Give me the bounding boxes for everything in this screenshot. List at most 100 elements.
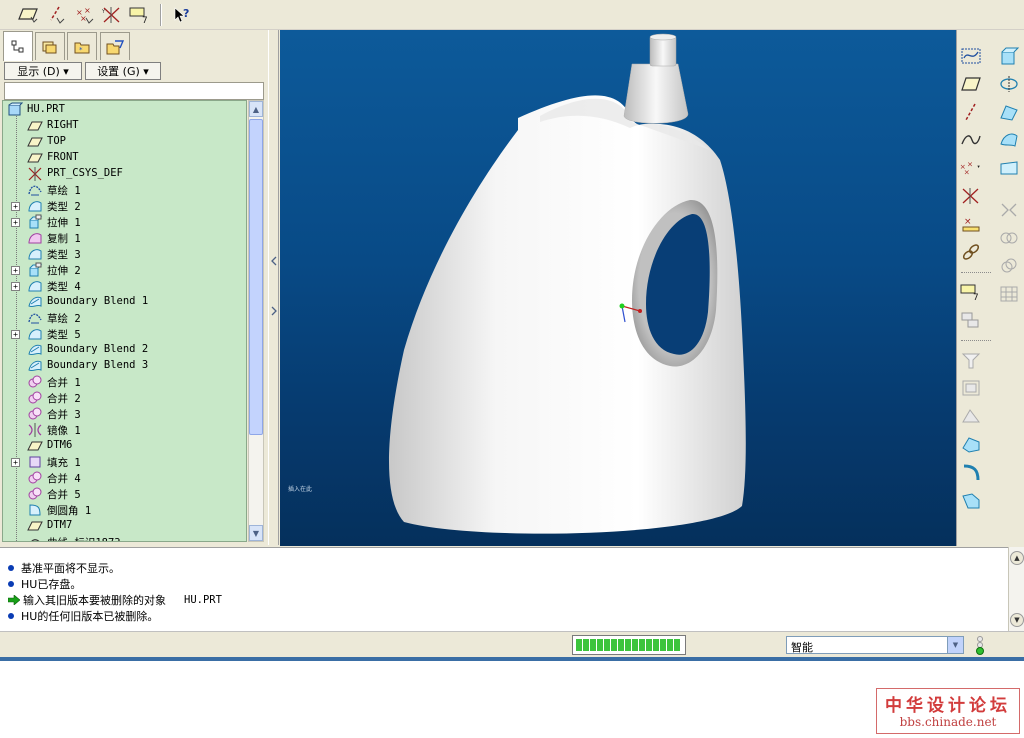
curve-tool-icon[interactable] bbox=[959, 128, 983, 152]
tree-item[interactable]: 复制 1 bbox=[3, 230, 246, 246]
tree-item[interactable]: 草绘 1 bbox=[3, 182, 246, 198]
panel-splitter[interactable] bbox=[268, 30, 279, 545]
datum-point-tool-icon[interactable]: × × × bbox=[72, 3, 96, 27]
annotation-tool-icon[interactable]: 7 bbox=[959, 280, 983, 304]
boundary-blend-tool-icon[interactable] bbox=[997, 156, 1021, 180]
tree-item[interactable]: Boundary Blend 3 bbox=[3, 358, 246, 374]
tree-root-item[interactable]: HU.PRT bbox=[3, 102, 246, 118]
csys-tool-icon[interactable] bbox=[959, 184, 983, 208]
tree-item[interactable]: DTM6 bbox=[3, 438, 246, 454]
tree-item[interactable]: Boundary Blend 2 bbox=[3, 342, 246, 358]
message-scrollbar[interactable]: ▲ ▼ bbox=[1008, 547, 1024, 631]
tree-item[interactable]: FRONT bbox=[3, 150, 246, 166]
tree-item[interactable]: DTM7 bbox=[3, 518, 246, 534]
tree-item[interactable]: RIGHT bbox=[3, 118, 246, 134]
scroll-up-icon[interactable]: ▲ bbox=[249, 101, 263, 117]
tab-folder-browser[interactable] bbox=[35, 32, 65, 60]
datum-plane-icon bbox=[27, 137, 43, 147]
tree-item[interactable]: PRT_CSYS_DEF bbox=[3, 166, 246, 182]
pattern-tool-icon[interactable] bbox=[997, 254, 1021, 278]
revolve-tool-icon[interactable] bbox=[997, 72, 1021, 96]
expand-plus-icon[interactable]: + bbox=[11, 202, 20, 211]
annotation-tool-icon[interactable]: 7 bbox=[128, 3, 152, 27]
scroll-down-icon[interactable]: ▼ bbox=[249, 525, 263, 541]
tree-item[interactable]: 草绘 2 bbox=[3, 310, 246, 326]
selection-filter-select[interactable]: 智能 ▼ bbox=[786, 636, 964, 654]
tree-item[interactable]: + 类型 2 bbox=[3, 198, 246, 214]
axis-tool-icon[interactable] bbox=[959, 100, 983, 124]
expand-plus-icon[interactable]: + bbox=[11, 458, 20, 467]
datum-axis-tool-icon[interactable] bbox=[44, 3, 68, 27]
datum-plane-tool-icon[interactable] bbox=[16, 3, 40, 27]
tree-item[interactable]: + 填充 1 bbox=[3, 454, 246, 470]
trim-tool-icon[interactable] bbox=[959, 348, 983, 372]
plane-tool-icon[interactable] bbox=[959, 72, 983, 96]
tree-item[interactable]: + 类型 5 bbox=[3, 326, 246, 342]
chevron-down-icon[interactable]: ▼ bbox=[947, 637, 963, 653]
solidify-tool-icon[interactable] bbox=[959, 432, 983, 456]
scroll-up-icon[interactable]: ▲ bbox=[1010, 551, 1024, 565]
tab-favorites[interactable]: * bbox=[67, 32, 97, 60]
sketch-tool-icon[interactable] bbox=[959, 44, 983, 68]
tree-item[interactable]: 倒圆角 1 bbox=[3, 502, 246, 518]
expand-plus-icon[interactable]: + bbox=[11, 330, 20, 339]
chamfer-tool-icon[interactable] bbox=[959, 488, 983, 512]
point-tool-icon[interactable]: × × × ▾ bbox=[959, 156, 983, 180]
tree-item[interactable]: 合并 4 bbox=[3, 470, 246, 486]
tree-item[interactable]: 合并 3 bbox=[3, 406, 246, 422]
tree-item[interactable]: 合并 1 bbox=[3, 374, 246, 390]
expand-plus-icon[interactable]: + bbox=[11, 266, 20, 275]
favorites-folder-icon: * bbox=[74, 42, 90, 54]
tree-item-label: 拉伸 1 bbox=[47, 217, 81, 229]
expand-right-icon[interactable] bbox=[271, 306, 277, 320]
progress-cell bbox=[667, 639, 673, 651]
tree-item[interactable]: Boundary Blend 1 bbox=[3, 294, 246, 310]
tree-item[interactable]: 类型 3 bbox=[3, 246, 246, 262]
progress-cell bbox=[590, 639, 596, 651]
tree-item[interactable]: + 类型 4 bbox=[3, 278, 246, 294]
tree-item[interactable]: 曲线 标识1873 bbox=[3, 534, 246, 541]
expand-plus-icon[interactable]: + bbox=[11, 218, 20, 227]
sweep-tool-icon[interactable] bbox=[997, 100, 1021, 124]
info-bullet-icon bbox=[8, 613, 14, 619]
display-menu-button[interactable]: 显示 (D) ▾ bbox=[4, 62, 82, 80]
tree-item[interactable]: + 拉伸 1 bbox=[3, 214, 246, 230]
tree-root-label: HU.PRT bbox=[27, 103, 65, 115]
svg-text:×: × bbox=[964, 167, 970, 176]
scroll-down-icon[interactable]: ▼ bbox=[1010, 613, 1024, 627]
tree-scrollbar[interactable]: ▲ ▼ bbox=[248, 100, 264, 542]
extrude-tool-icon[interactable] bbox=[997, 44, 1021, 68]
merge-tool-icon[interactable] bbox=[997, 198, 1021, 222]
graphics-viewport[interactable]: 插入在此 bbox=[280, 30, 956, 546]
tab-connections[interactable] bbox=[100, 32, 130, 60]
navigator-panel: * 显示 (D) ▾ 设置 (G) ▾ HU.PRT RIGHT TOP FRONT… bbox=[0, 30, 268, 545]
analysis-tool-icon[interactable]: × bbox=[959, 212, 983, 236]
context-help-icon[interactable]: ? bbox=[170, 3, 194, 27]
settings-menu-button[interactable]: 设置 (G) ▾ bbox=[85, 62, 161, 80]
window-bottom-border bbox=[0, 657, 1024, 661]
progress-cell bbox=[639, 639, 645, 651]
thicken-tool-icon[interactable] bbox=[959, 404, 983, 428]
tree-item[interactable]: 合并 2 bbox=[3, 390, 246, 406]
tree-item[interactable]: 镜像 1 bbox=[3, 422, 246, 438]
tree-item[interactable]: 合并 5 bbox=[3, 486, 246, 502]
datum-csys-tool-icon[interactable]: Y bbox=[100, 3, 124, 27]
curve-icon bbox=[31, 539, 40, 541]
tab-model-tree[interactable] bbox=[3, 31, 33, 61]
blend-tool-icon[interactable] bbox=[997, 128, 1021, 152]
collapse-left-icon[interactable] bbox=[271, 256, 277, 270]
intersect-tool-icon[interactable] bbox=[997, 226, 1021, 250]
merge-icon bbox=[28, 391, 42, 404]
copy-paste-tool-icon[interactable] bbox=[959, 308, 983, 332]
tree-item[interactable]: TOP bbox=[3, 134, 246, 150]
expand-plus-icon[interactable]: + bbox=[11, 282, 20, 291]
scroll-thumb[interactable] bbox=[249, 119, 263, 435]
round-tool-icon[interactable] bbox=[959, 460, 983, 484]
top-toolbar: × × × Y 7 ? bbox=[0, 0, 1024, 30]
offset-tool-icon[interactable] bbox=[959, 376, 983, 400]
forum-watermark: 中华设计论坛 bbs.chinade.net bbox=[876, 688, 1020, 734]
tree-item[interactable]: + 拉伸 2 bbox=[3, 262, 246, 278]
filter-value: 智能 bbox=[791, 641, 813, 654]
chain-tool-icon[interactable] bbox=[959, 240, 983, 264]
grid-tool-icon[interactable] bbox=[997, 282, 1021, 306]
